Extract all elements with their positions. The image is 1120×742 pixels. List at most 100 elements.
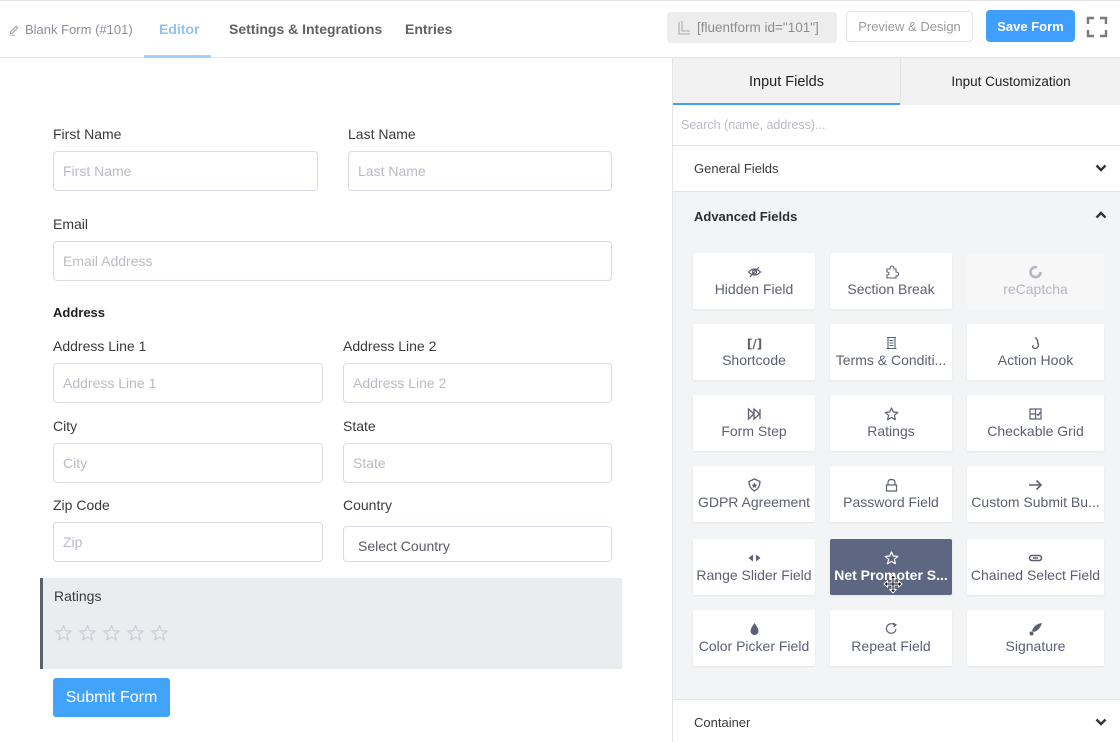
form-title-text: Blank Form (#101)	[25, 22, 133, 37]
tab-input-fields[interactable]: Input Fields	[673, 58, 900, 105]
section-container-label: Container	[694, 715, 751, 730]
form-editor-canvas: First Name First Name Last Name Last Nam…	[0, 58, 672, 742]
email-label: Email	[53, 216, 89, 232]
first-name-label: First Name	[53, 126, 122, 142]
field-card-label: Password Field	[843, 494, 939, 510]
field-card-label: Custom Submit Bu...	[971, 494, 1100, 510]
move-cursor-icon	[883, 574, 903, 594]
field-card-form-step[interactable]: Form Step	[693, 395, 815, 451]
field-card-signature[interactable]: Signature	[967, 610, 1104, 666]
field-card-custom-submit-bu[interactable]: Custom Submit Bu...	[967, 466, 1104, 522]
star-icon[interactable]	[150, 624, 169, 643]
field-card-label: Ratings	[867, 423, 915, 439]
step-forward-icon	[746, 407, 762, 421]
star-icon[interactable]	[54, 624, 73, 643]
shield-icon	[746, 478, 762, 492]
shortcode-icon: [/]	[746, 336, 762, 350]
scroll-icon	[883, 336, 899, 350]
field-card-checkable-grid[interactable]: Checkable Grid	[967, 395, 1104, 451]
field-card-hidden-field[interactable]: Hidden Field	[693, 253, 815, 309]
address-line1-label: Address Line 1	[53, 338, 147, 354]
field-card-terms-conditi[interactable]: Terms & Conditi...	[830, 324, 952, 380]
field-card-ratings[interactable]: Ratings	[830, 395, 952, 451]
email-input[interactable]: Email Address	[53, 241, 612, 281]
chevron-down-icon	[1095, 164, 1107, 172]
field-card-color-picker-field[interactable]: Color Picker Field	[693, 610, 815, 666]
shortcode-copy[interactable]: [fluentform id="101"]	[667, 12, 837, 43]
submit-form-button[interactable]: Submit Form	[53, 678, 170, 717]
eye-slash-icon	[746, 265, 762, 279]
field-card-range-slider-field[interactable]: Range Slider Field	[693, 539, 815, 595]
field-card-label: Action Hook	[997, 352, 1074, 368]
zip-input[interactable]: Zip	[53, 522, 323, 562]
city-input[interactable]: City	[53, 443, 323, 483]
field-card-label: Terms & Conditi...	[835, 352, 947, 368]
field-card-chained-select-field[interactable]: Chained Select Field	[967, 539, 1104, 595]
country-label: Country	[343, 497, 393, 513]
section-general-fields[interactable]: General Fields	[673, 146, 1120, 192]
country-select[interactable]: Select Country	[343, 526, 612, 562]
field-card-label: GDPR Agreement	[697, 494, 811, 510]
svg-text:[/]: [/]	[747, 337, 762, 350]
recaptcha-icon	[1028, 265, 1044, 279]
field-card-repeat-field[interactable]: Repeat Field	[830, 610, 952, 666]
hook-icon	[1028, 336, 1044, 350]
field-card-gdpr-agreement[interactable]: GDPR Agreement	[693, 466, 815, 522]
save-form-button[interactable]: Save Form	[986, 10, 1075, 42]
state-label: State	[343, 418, 376, 434]
field-search-input[interactable]	[681, 118, 1111, 132]
shortcode-text: [fluentform id="101"]	[697, 20, 819, 35]
star-icon[interactable]	[126, 624, 145, 643]
tab-entries[interactable]: Entries	[405, 21, 452, 37]
field-card-label: Color Picker Field	[698, 638, 810, 654]
section-container[interactable]: Container	[673, 699, 1120, 742]
field-card-action-hook[interactable]: Action Hook	[967, 324, 1104, 380]
field-card-label: Hidden Field	[714, 281, 794, 297]
address-line2-input[interactable]: Address Line 2	[343, 363, 612, 403]
field-card-password-field[interactable]: Password Field	[830, 466, 952, 522]
field-card-label: Range Slider Field	[696, 567, 812, 583]
section-advanced-label: Advanced Fields	[694, 208, 798, 224]
tab-input-customization[interactable]: Input Customization	[900, 58, 1120, 105]
last-name-label: Last Name	[348, 126, 416, 142]
star-icon[interactable]	[78, 624, 97, 643]
fullscreen-icon[interactable]	[1086, 16, 1108, 38]
link-icon	[1028, 551, 1044, 565]
preview-design-button[interactable]: Preview & Design	[846, 11, 973, 42]
ratings-stars	[54, 624, 169, 643]
tab-editor[interactable]: Editor	[159, 21, 199, 37]
repeat-icon	[883, 622, 899, 636]
state-input[interactable]: State	[343, 443, 612, 483]
field-card-recaptcha[interactable]: reCaptcha	[967, 253, 1104, 309]
star-icon[interactable]	[102, 624, 121, 643]
tab-settings-integrations[interactable]: Settings & Integrations	[229, 21, 382, 37]
chevron-down-icon	[1095, 718, 1107, 726]
droplet-icon	[746, 622, 762, 636]
copy-icon	[678, 20, 690, 35]
first-name-input[interactable]: First Name	[53, 151, 318, 191]
fields-panel: Input Fields Input Customization General…	[672, 58, 1120, 742]
top-bar: Blank Form (#101) Editor Settings & Inte…	[0, 0, 1120, 58]
lock-icon	[883, 478, 899, 492]
field-card-label: Form Step	[721, 423, 787, 439]
ratings-field-selected[interactable]: Ratings	[40, 578, 622, 669]
field-card-shortcode[interactable]: [/] Shortcode	[693, 324, 815, 380]
puzzle-icon	[883, 265, 899, 279]
last-name-input[interactable]: Last Name	[348, 151, 612, 191]
field-card-label: Shortcode	[722, 352, 786, 368]
ratings-label: Ratings	[54, 588, 102, 604]
field-card-label: Chained Select Field	[970, 567, 1101, 583]
arrow-right-icon	[1028, 478, 1044, 492]
section-advanced-fields[interactable]: Advanced Fields	[673, 193, 1120, 239]
form-title[interactable]: Blank Form (#101)	[8, 22, 133, 37]
grid-check-icon	[1028, 407, 1044, 421]
field-card-label: Signature	[1005, 638, 1066, 654]
city-label: City	[53, 418, 78, 434]
field-card-label: Checkable Grid	[987, 423, 1084, 439]
address-line1-input[interactable]: Address Line 1	[53, 363, 323, 403]
field-search	[673, 105, 1120, 146]
address-heading: Address	[53, 305, 106, 320]
field-card-section-break[interactable]: Section Break	[830, 253, 952, 309]
section-general-label: General Fields	[694, 161, 779, 176]
pencil-icon	[9, 25, 19, 36]
